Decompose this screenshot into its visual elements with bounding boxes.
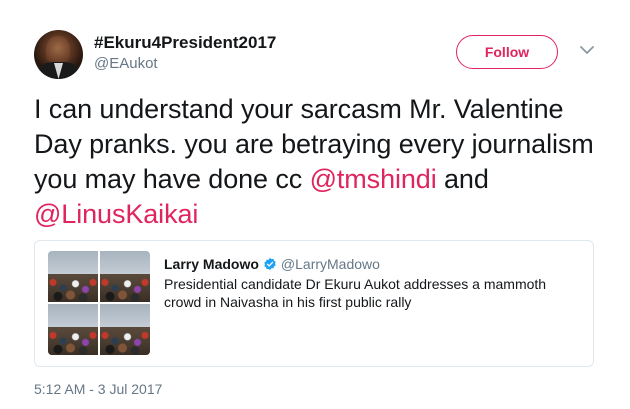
crowd-image bbox=[100, 326, 150, 355]
author-display-name[interactable]: #Ekuru4President2017 bbox=[94, 33, 276, 53]
media-thumbnail[interactable] bbox=[48, 251, 98, 302]
quoted-media-grid[interactable] bbox=[48, 251, 150, 355]
quoted-author[interactable]: Larry Madowo @LarryMadowo bbox=[164, 256, 380, 272]
crowd-image bbox=[48, 273, 98, 302]
tweet-text: I can understand your sarcasm Mr. Valent… bbox=[34, 92, 599, 232]
mention-link[interactable]: @tmshindi bbox=[310, 164, 437, 194]
mention-link[interactable]: @LinusKaikai bbox=[34, 199, 198, 229]
crowd-image bbox=[100, 273, 150, 302]
crowd-image bbox=[48, 326, 98, 355]
quoted-tweet-card[interactable]: Larry Madowo @LarryMadowo Presidential c… bbox=[34, 240, 594, 367]
quoted-tweet-text: Presidential candidate Dr Ekuru Aukot ad… bbox=[164, 276, 547, 310]
chevron-down-icon[interactable] bbox=[580, 45, 594, 55]
follow-button[interactable]: Follow bbox=[456, 35, 558, 69]
media-thumbnail[interactable] bbox=[100, 251, 150, 302]
quoted-author-name[interactable]: Larry Madowo bbox=[164, 256, 259, 272]
profile-avatar[interactable] bbox=[34, 30, 83, 79]
tweet-timestamp[interactable]: 5:12 AM - 3 Jul 2017 bbox=[34, 381, 162, 397]
tweet-card: #Ekuru4President2017 @EAukot Follow I ca… bbox=[0, 0, 630, 409]
media-thumbnail[interactable] bbox=[48, 304, 98, 355]
author-handle[interactable]: @EAukot bbox=[94, 55, 158, 72]
tweet-text-segment: and bbox=[436, 164, 489, 194]
verified-badge-icon bbox=[264, 257, 276, 271]
quoted-author-handle[interactable]: @LarryMadowo bbox=[281, 256, 380, 272]
media-thumbnail[interactable] bbox=[100, 304, 150, 355]
